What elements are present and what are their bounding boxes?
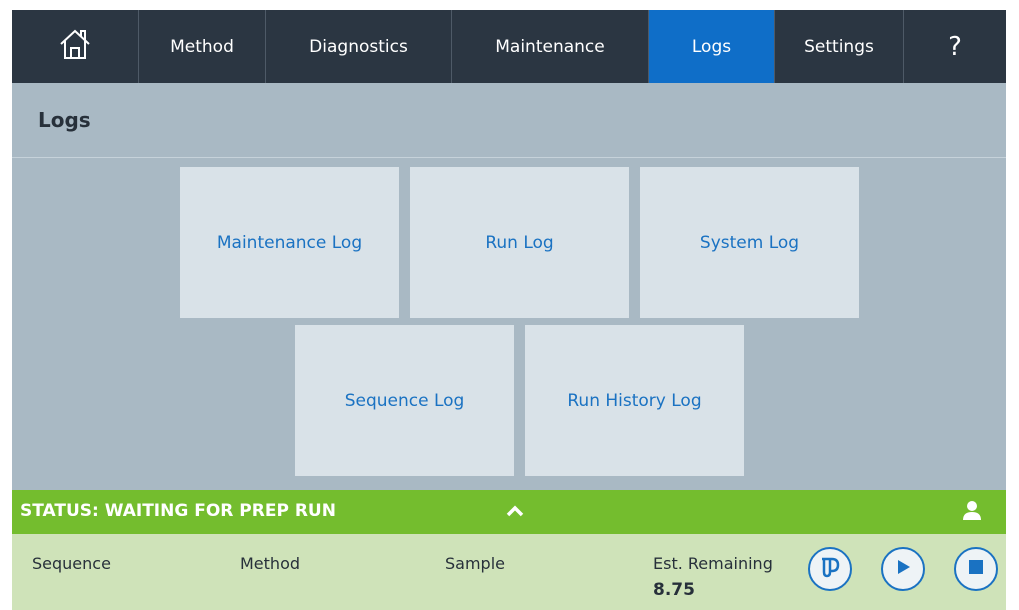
sample-label: Sample: [445, 554, 505, 573]
page-title: Logs: [38, 108, 91, 132]
run-log-button[interactable]: Run Log: [410, 167, 629, 318]
sequence-label: Sequence: [32, 554, 111, 573]
play-icon: [893, 557, 913, 581]
tab-logs-label: Logs: [691, 36, 732, 57]
run-history-log-label: Run History Log: [567, 390, 702, 411]
chevron-up-icon[interactable]: [504, 500, 526, 526]
run-history-log-button[interactable]: Run History Log: [525, 325, 744, 476]
run-log-label: Run Log: [485, 232, 554, 253]
run-info-panel: Sequence Method Sample Est. Remaining 8.…: [12, 534, 1006, 610]
stop-button[interactable]: [954, 547, 998, 591]
tab-method-label: Method: [170, 36, 234, 57]
est-remaining-value: 8.75: [653, 580, 695, 600]
prep-icon: [817, 554, 843, 584]
user-icon[interactable]: [962, 500, 982, 526]
tab-settings-label: Settings: [804, 36, 874, 57]
method-label: Method: [240, 554, 301, 573]
status-bar: STATUS: WAITING FOR PREP RUN: [12, 490, 1006, 534]
system-log-label: System Log: [699, 232, 800, 253]
tab-method[interactable]: Method: [139, 10, 266, 83]
tab-diagnostics[interactable]: Diagnostics: [266, 10, 452, 83]
title-divider: [12, 157, 1006, 158]
prep-button[interactable]: [808, 547, 852, 591]
top-navigation: Method Diagnostics Maintenance Logs Sett…: [12, 10, 1006, 83]
play-button[interactable]: [881, 547, 925, 591]
logs-page: Logs Maintenance Log Run Log System Log …: [12, 83, 1006, 490]
tab-logs[interactable]: Logs: [649, 10, 775, 83]
tab-diagnostics-label: Diagnostics: [309, 36, 408, 57]
maintenance-log-label: Maintenance Log: [216, 232, 363, 253]
maintenance-log-button[interactable]: Maintenance Log: [180, 167, 399, 318]
est-remaining-label: Est. Remaining: [653, 554, 773, 573]
stop-icon: [967, 558, 985, 580]
tab-maintenance[interactable]: Maintenance: [452, 10, 649, 83]
help-button[interactable]: ?: [904, 10, 1006, 83]
home-icon: [58, 27, 92, 66]
status-text: STATUS: WAITING FOR PREP RUN: [20, 501, 336, 521]
system-log-button[interactable]: System Log: [640, 167, 859, 318]
tab-settings[interactable]: Settings: [775, 10, 904, 83]
tab-maintenance-label: Maintenance: [495, 36, 605, 57]
home-button[interactable]: [12, 10, 139, 83]
sequence-log-button[interactable]: Sequence Log: [295, 325, 514, 476]
help-icon: ?: [948, 31, 962, 62]
sequence-log-label: Sequence Log: [344, 390, 465, 411]
